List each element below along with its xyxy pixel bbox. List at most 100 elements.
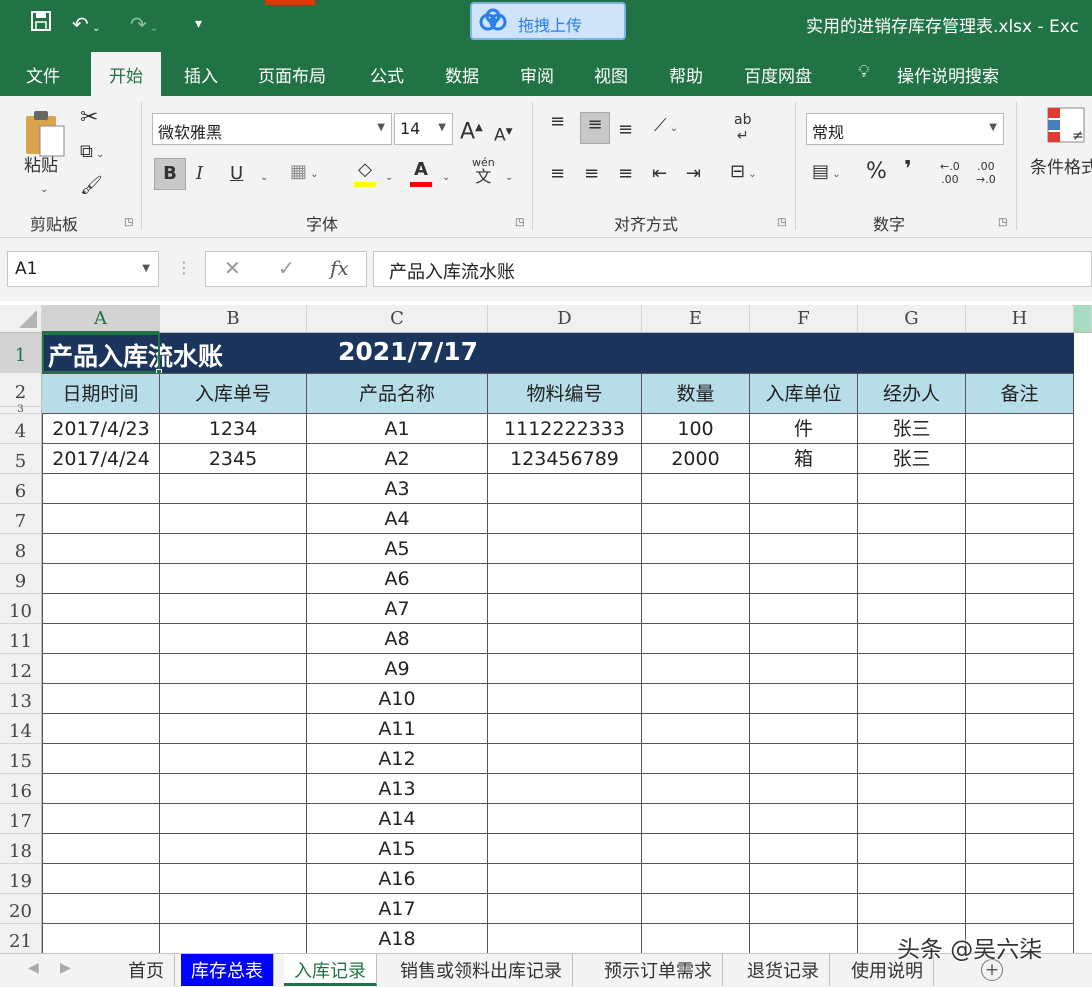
insert-function-icon[interactable]: fx xyxy=(330,256,349,280)
column-title-cell[interactable]: 数量 xyxy=(642,373,750,414)
percent-style-button[interactable]: % xyxy=(866,160,887,184)
table-cell[interactable] xyxy=(642,474,750,504)
table-cell[interactable] xyxy=(858,774,966,804)
table-cell[interactable] xyxy=(642,714,750,744)
fill-color-dropdown-icon[interactable]: ⌄ xyxy=(385,166,393,190)
table-cell[interactable] xyxy=(858,684,966,714)
table-cell[interactable]: A18 xyxy=(307,924,488,953)
column-header-partial[interactable] xyxy=(1074,305,1092,333)
merge-center-icon[interactable]: ⊟ ⌄ xyxy=(730,160,757,187)
table-cell[interactable] xyxy=(642,564,750,594)
table-cell[interactable] xyxy=(750,684,858,714)
table-cell[interactable] xyxy=(966,564,1074,594)
row-header[interactable]: 9 xyxy=(0,564,42,594)
table-cell[interactable] xyxy=(966,804,1074,834)
row-header[interactable]: 15 xyxy=(0,744,42,774)
table-cell[interactable] xyxy=(488,654,642,684)
table-cell[interactable]: A3 xyxy=(307,474,488,504)
table-cell[interactable] xyxy=(488,864,642,894)
table-cell[interactable] xyxy=(160,564,307,594)
table-cell[interactable] xyxy=(42,684,160,714)
table-cell[interactable] xyxy=(488,744,642,774)
tell-me-search[interactable]: 操作说明搜索 xyxy=(897,62,999,87)
table-cell[interactable] xyxy=(642,504,750,534)
align-middle-icon[interactable]: ≡ xyxy=(580,112,610,144)
table-cell[interactable] xyxy=(966,864,1074,894)
sheet-tab[interactable]: 入库记录 xyxy=(284,954,377,986)
table-cell[interactable] xyxy=(160,714,307,744)
customize-qat-icon[interactable]: ▾ xyxy=(195,10,202,38)
table-cell[interactable]: A17 xyxy=(307,894,488,924)
table-cell[interactable] xyxy=(858,744,966,774)
table-cell[interactable] xyxy=(750,774,858,804)
column-header[interactable]: C xyxy=(307,305,488,333)
table-cell[interactable]: 2017/4/24 xyxy=(42,444,160,474)
table-cell[interactable] xyxy=(488,504,642,534)
table-cell[interactable] xyxy=(488,684,642,714)
table-cell[interactable] xyxy=(858,654,966,684)
table-cell[interactable] xyxy=(858,624,966,654)
table-cell[interactable] xyxy=(858,894,966,924)
table-cell[interactable] xyxy=(42,564,160,594)
column-title-cell[interactable]: 入库单号 xyxy=(160,373,307,414)
table-cell[interactable] xyxy=(160,834,307,864)
table-cell[interactable] xyxy=(160,924,307,953)
table-cell[interactable] xyxy=(160,534,307,564)
column-header[interactable]: D xyxy=(488,305,642,333)
table-cell[interactable]: 张三 xyxy=(858,414,966,444)
table-cell[interactable]: A10 xyxy=(307,684,488,714)
align-bottom-icon[interactable]: ≡ xyxy=(618,118,633,142)
row-header[interactable]: 12 xyxy=(0,654,42,684)
column-header[interactable]: E xyxy=(642,305,750,333)
decrease-decimal-button[interactable]: .00 →.0 xyxy=(976,160,996,186)
table-cell[interactable] xyxy=(42,774,160,804)
table-cell[interactable] xyxy=(488,714,642,744)
table-cell[interactable] xyxy=(42,834,160,864)
wrap-text-icon[interactable]: ab ↵ xyxy=(734,112,751,144)
table-cell[interactable] xyxy=(858,834,966,864)
table-cell[interactable] xyxy=(642,924,750,953)
table-cell[interactable] xyxy=(488,534,642,564)
table-cell[interactable] xyxy=(42,714,160,744)
row-header[interactable]: 20 xyxy=(0,894,42,924)
table-cell[interactable] xyxy=(160,774,307,804)
table-cell[interactable] xyxy=(750,864,858,894)
table-cell[interactable] xyxy=(160,654,307,684)
align-left-icon[interactable]: ≡ xyxy=(550,162,565,186)
row-header[interactable]: 2 xyxy=(0,373,42,407)
drag-upload-button[interactable]: 拖拽上传 xyxy=(470,2,626,40)
table-cell[interactable]: A6 xyxy=(307,564,488,594)
paste-dropdown-icon[interactable]: ⌄ xyxy=(40,178,48,202)
table-cell[interactable] xyxy=(966,714,1074,744)
table-cell[interactable] xyxy=(42,744,160,774)
row-header[interactable]: 11 xyxy=(0,624,42,654)
table-cell[interactable] xyxy=(488,594,642,624)
table-cell[interactable] xyxy=(966,414,1074,444)
table-cell[interactable] xyxy=(642,654,750,684)
italic-button[interactable]: I xyxy=(196,162,203,186)
table-cell[interactable] xyxy=(42,804,160,834)
tab-home[interactable]: 开始 xyxy=(91,52,161,96)
table-cell[interactable] xyxy=(858,474,966,504)
table-cell[interactable]: 箱 xyxy=(750,444,858,474)
sheet-tab[interactable]: 预示订单需求 xyxy=(594,954,723,986)
table-cell[interactable]: A4 xyxy=(307,504,488,534)
lightbulb-icon[interactable]: 💡︎ xyxy=(858,62,870,82)
row-header[interactable]: 4 xyxy=(0,414,42,444)
row-header[interactable]: 10 xyxy=(0,594,42,624)
table-cell[interactable] xyxy=(750,654,858,684)
increase-decimal-button[interactable]: ←.0 .00 xyxy=(940,160,960,186)
tab-review[interactable]: 审阅 xyxy=(520,62,554,87)
phonetic-guide-icon[interactable]: wén 文 xyxy=(472,156,495,186)
table-cell[interactable]: 100 xyxy=(642,414,750,444)
number-format-select[interactable]: 常规 ▼ xyxy=(806,113,1004,145)
table-cell[interactable] xyxy=(966,474,1074,504)
table-cell[interactable] xyxy=(488,474,642,504)
table-cell[interactable] xyxy=(160,744,307,774)
table-cell[interactable] xyxy=(642,834,750,864)
font-name-select[interactable]: 微软雅黑 ▼ xyxy=(152,113,392,145)
table-cell[interactable] xyxy=(160,684,307,714)
sheet-tab[interactable]: 退货记录 xyxy=(737,954,830,986)
table-cell[interactable] xyxy=(160,624,307,654)
row-header[interactable]: 7 xyxy=(0,504,42,534)
